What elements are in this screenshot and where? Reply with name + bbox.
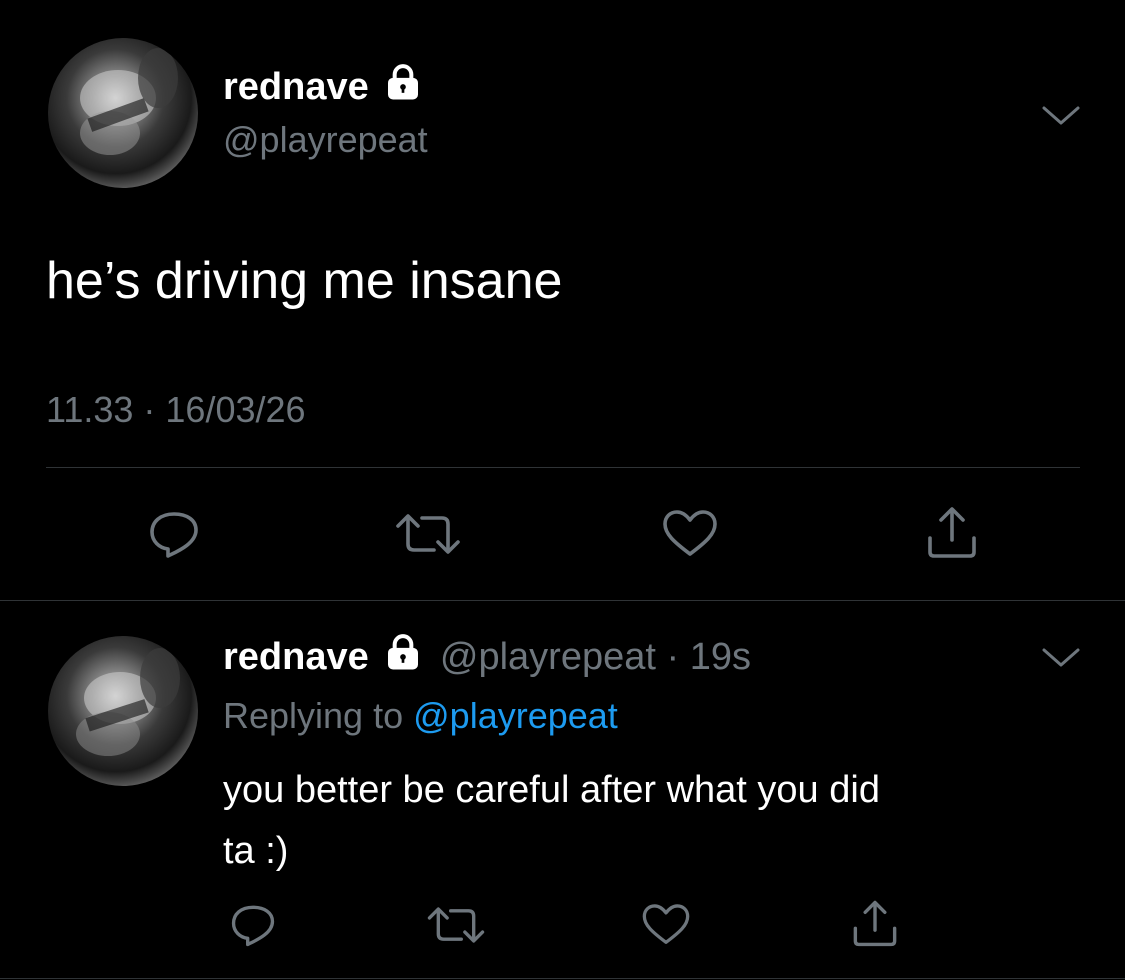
chevron-down-icon[interactable] xyxy=(1040,100,1082,130)
divider xyxy=(46,467,1080,468)
retweet-icon[interactable] xyxy=(392,508,464,560)
bottom-divider xyxy=(0,978,1125,979)
reply-header: rednave @playrepeat · 19s xyxy=(223,632,751,685)
lock-icon xyxy=(383,62,423,115)
avatar[interactable] xyxy=(48,38,198,188)
replying-to: Replying to @playrepeat xyxy=(223,692,618,740)
display-name[interactable]: rednave xyxy=(223,62,423,115)
replying-to-handle[interactable]: @playrepeat xyxy=(413,695,618,736)
reply-icon[interactable] xyxy=(146,508,202,560)
like-icon[interactable] xyxy=(640,902,692,948)
share-icon[interactable] xyxy=(850,898,900,948)
lock-icon xyxy=(383,632,423,685)
avatar[interactable] xyxy=(48,636,198,786)
handle[interactable]: @playrepeat xyxy=(223,116,428,164)
replying-prefix: Replying to xyxy=(223,695,404,736)
tweet-text-line-2: ta :) xyxy=(223,830,289,872)
handle[interactable]: @playrepeat xyxy=(440,636,656,678)
display-name[interactable]: rednave xyxy=(223,636,369,678)
section-divider xyxy=(0,600,1125,601)
timestamp[interactable]: 11.33 · 16/03/26 xyxy=(46,386,306,434)
share-icon[interactable] xyxy=(924,504,980,560)
like-icon[interactable] xyxy=(660,508,720,560)
tweet-text-line-1: you better be careful after what you did xyxy=(223,769,880,811)
retweet-icon[interactable] xyxy=(424,902,488,948)
tweet-text: he’s driving me insane xyxy=(46,252,563,310)
chevron-down-icon[interactable] xyxy=(1040,642,1082,672)
reply-icon[interactable] xyxy=(228,902,278,948)
tweet-age[interactable]: · 19s xyxy=(666,636,750,678)
display-name-text[interactable]: rednave xyxy=(223,66,369,108)
